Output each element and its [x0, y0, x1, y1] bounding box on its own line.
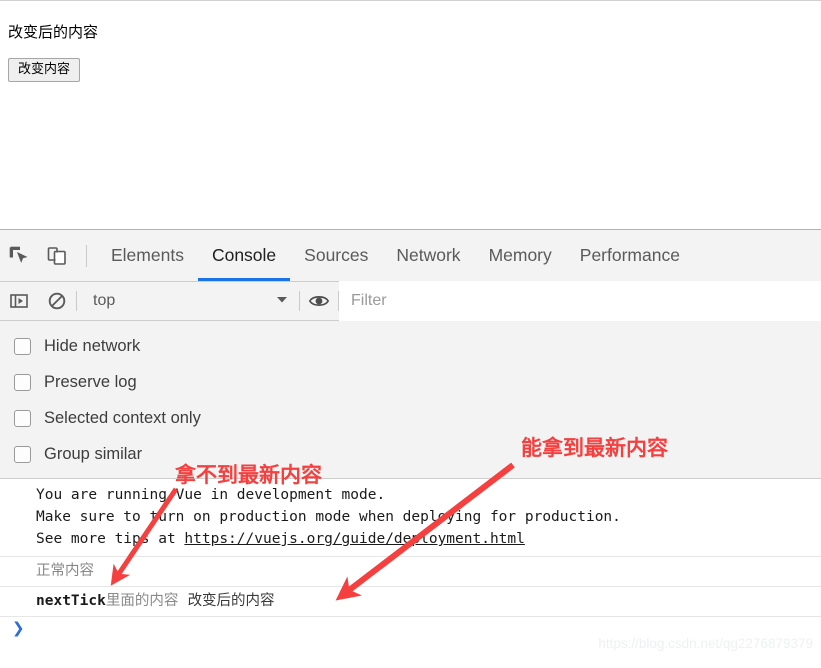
console-message-normal: 正常内容 [0, 557, 821, 587]
setting-label-hide-network: Hide network [44, 336, 141, 355]
checkbox-selected-context-only[interactable] [14, 409, 31, 427]
setting-label-group-similar: Group similar [44, 444, 143, 463]
execution-context-select[interactable]: top [77, 282, 299, 320]
setting-label-preserve-log: Preserve log [44, 372, 137, 391]
setting-selected-context-only[interactable]: Selected context only [0, 400, 821, 436]
watermark: https://blog.csdn.net/qg2276879379 [598, 636, 813, 651]
tab-sources[interactable]: Sources [290, 230, 382, 281]
devtools-tab-strip: Elements Console Sources Network Memory … [0, 230, 821, 282]
page-heading: 改变后的内容 [8, 23, 99, 41]
filter-input[interactable] [339, 281, 821, 321]
console-message-nexttick-suffix: 里面的内容 [105, 593, 179, 609]
eye-icon[interactable] [300, 282, 338, 320]
vue-warning-line-1: You are running Vue in development mode. [36, 487, 386, 503]
change-content-button[interactable]: 改变内容 [8, 58, 81, 82]
annotation-text-right: 能拿到最新内容 [521, 436, 668, 460]
clear-console-icon[interactable] [38, 282, 76, 320]
setting-label-selected-context-only: Selected context only [44, 408, 201, 427]
checkbox-group-similar[interactable] [14, 445, 31, 463]
vue-deployment-guide-link[interactable]: https://vuejs.org/guide/deployment.html [184, 531, 524, 547]
page-viewport: 改变后的内容 改变内容 [0, 1, 821, 229]
console-message-normal-text: 正常内容 [36, 563, 94, 579]
setting-preserve-log[interactable]: Preserve log [0, 364, 821, 400]
setting-group-similar[interactable]: Group similar [0, 436, 821, 472]
annotation-text-left: 拿不到最新内容 [175, 463, 322, 487]
tab-memory[interactable]: Memory [475, 230, 566, 281]
tab-elements[interactable]: Elements [97, 230, 198, 281]
toggle-device-toolbar-icon[interactable] [38, 231, 76, 281]
tab-performance[interactable]: Performance [566, 230, 694, 281]
tab-console[interactable]: Console [197, 230, 291, 281]
execution-context-label: top [93, 292, 116, 309]
prompt-caret-icon: ❯ [12, 619, 25, 637]
console-message-list: You are running Vue in development mode.… [0, 479, 821, 641]
console-sidebar-icon[interactable] [0, 282, 38, 320]
checkbox-preserve-log[interactable] [14, 373, 31, 391]
tab-network[interactable]: Network [382, 230, 474, 281]
setting-hide-network[interactable]: Hide network [0, 328, 821, 364]
console-message-nexttick-label: nextTick [36, 593, 106, 609]
vue-warning-line-3-prefix: See more tips at [36, 531, 185, 547]
console-message-nexttick: nextTick里面的内容 改变后的内容 [0, 587, 821, 617]
vue-warning-line-2: Make sure to turn on production mode whe… [36, 509, 621, 525]
inspect-element-icon[interactable] [0, 231, 38, 281]
devtools-panel: Elements Console Sources Network Memory … [0, 229, 821, 668]
console-message-nexttick-value: 改变后的内容 [187, 593, 275, 609]
console-settings-panel: Hide network Preserve log Selected conte… [0, 321, 821, 479]
checkbox-hide-network[interactable] [14, 337, 31, 355]
console-filter-bar: top [0, 281, 821, 321]
chevron-down-icon [275, 292, 289, 311]
toolbar-divider [86, 244, 87, 267]
console-message-vue-warning: You are running Vue in development mode.… [0, 479, 821, 557]
